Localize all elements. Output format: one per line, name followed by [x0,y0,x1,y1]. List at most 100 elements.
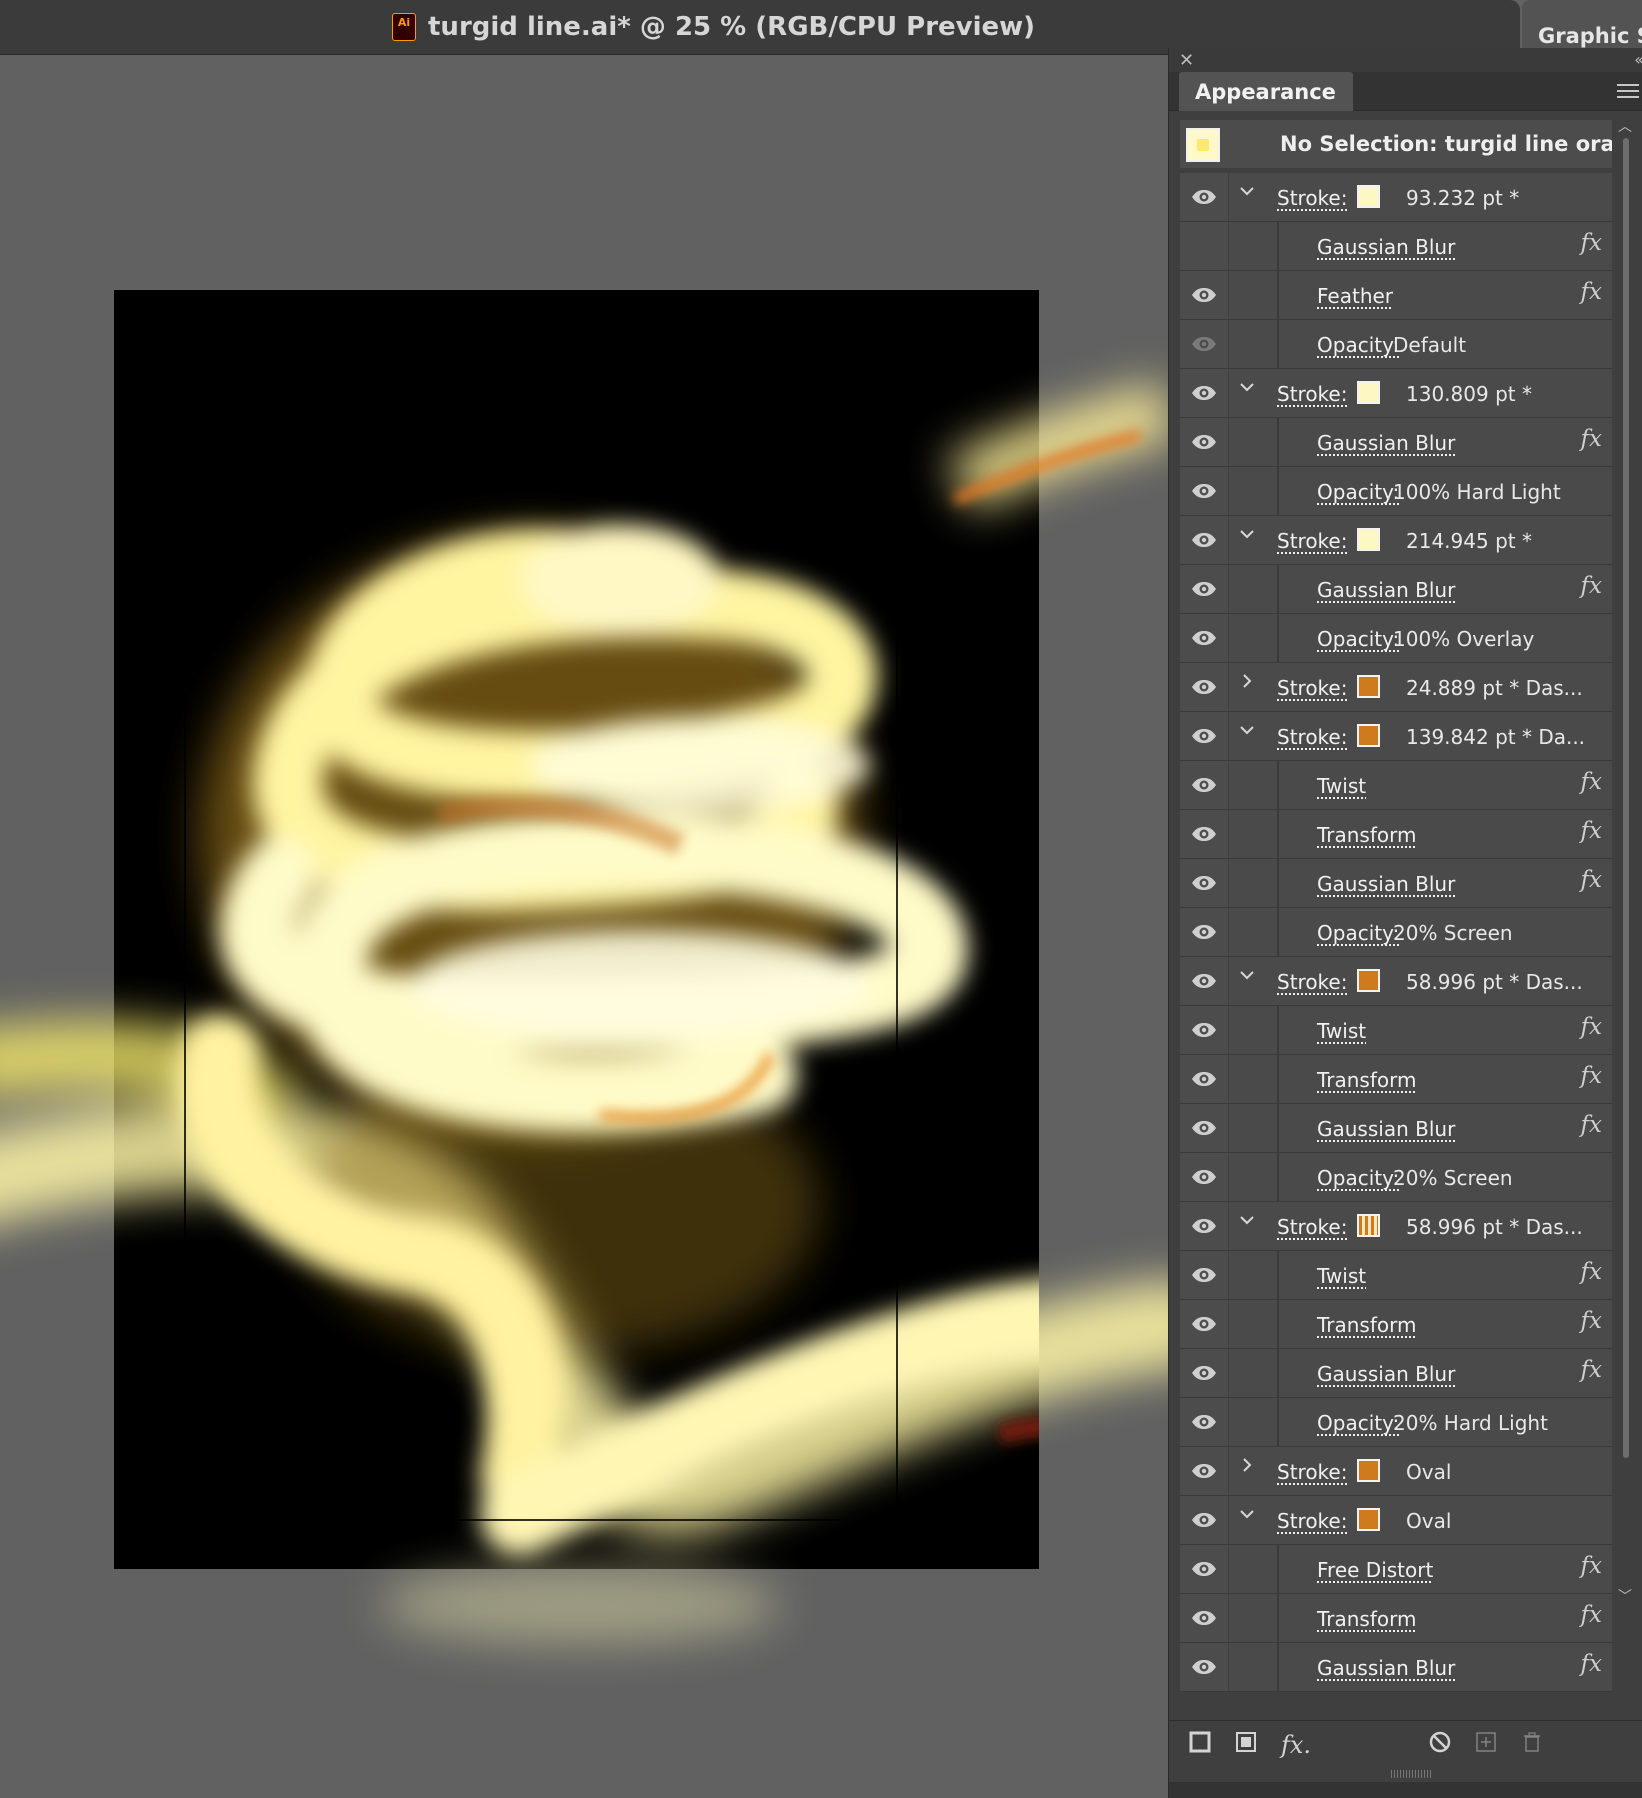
effect-row[interactable]: Gaussian Blur fx [1180,1349,1612,1398]
row-content[interactable]: Stroke: 214.945 pt * [1229,516,1612,564]
fx-icon[interactable]: fx [1581,1308,1602,1334]
row-content[interactable]: Opacity: 100% Hard Light [1229,467,1612,515]
chevron-down-icon[interactable] [1239,722,1255,743]
visibility-toggle[interactable] [1180,663,1228,711]
opacity-label[interactable]: Opacity: [1317,480,1399,504]
row-content[interactable]: Stroke: 58.996 pt * Das... [1229,957,1612,1005]
effect-name[interactable]: Free Distort [1317,1558,1433,1582]
effect-row[interactable]: Gaussian Blur fx [1180,222,1612,271]
stroke-label[interactable]: Stroke: [1277,676,1347,700]
row-content[interactable]: Feather fx [1229,271,1612,319]
row-content[interactable]: Stroke: 24.889 pt * Das... [1229,663,1612,711]
effect-row[interactable]: Gaussian Blur fx [1180,565,1612,614]
visibility-toggle[interactable] [1180,565,1228,613]
stroke-row[interactable]: Stroke: 93.232 pt * [1180,173,1612,222]
fx-icon[interactable]: fx [1581,818,1602,844]
stroke-label[interactable]: Stroke: [1277,1460,1347,1484]
visibility-toggle[interactable] [1180,1447,1228,1495]
effect-row[interactable]: Transform fx [1180,1594,1612,1643]
opacity-label[interactable]: Opacity: [1317,627,1399,651]
effect-row[interactable]: Twist fx [1180,1251,1612,1300]
add-new-stroke-icon[interactable] [1189,1731,1211,1759]
row-content[interactable]: Stroke: 93.232 pt * [1229,173,1612,221]
stroke-row[interactable]: Stroke: Oval [1180,1496,1612,1545]
delete-item-icon[interactable] [1521,1731,1543,1759]
fx-icon[interactable]: fx [1581,279,1602,305]
fx-icon[interactable]: fx [1581,1553,1602,1579]
row-content[interactable]: Transform fx [1229,1055,1612,1103]
effect-name[interactable]: Transform [1317,1068,1416,1092]
opacity-row[interactable]: Opacity: 20% Hard Light [1180,1398,1612,1447]
row-content[interactable]: Twist fx [1229,1006,1612,1054]
stroke-row[interactable]: Stroke: 130.809 pt * [1180,369,1612,418]
effect-row[interactable]: Gaussian Blur fx [1180,1104,1612,1153]
visibility-toggle[interactable] [1180,1545,1228,1593]
effect-name[interactable]: Twist [1317,774,1366,798]
visibility-toggle[interactable] [1180,1643,1228,1691]
row-content[interactable]: Stroke: Oval [1229,1496,1612,1544]
duplicate-item-icon[interactable] [1475,1731,1497,1759]
row-content[interactable]: Stroke: 139.842 pt * Da... [1229,712,1612,760]
document-tab[interactable]: Ai turgid line.ai* @ 25 % (RGB/CPU Previ… [392,8,1035,46]
effect-name[interactable]: Transform [1317,823,1416,847]
visibility-toggle[interactable] [1180,1202,1228,1250]
canvas[interactable] [0,55,1168,1798]
row-content[interactable]: Opacity: 20% Screen [1229,1153,1612,1201]
stroke-color-swatch[interactable] [1357,381,1380,404]
fx-icon[interactable]: fx [1581,1602,1602,1628]
scrollbar[interactable]: ︿ ﹀ [1615,116,1635,1605]
visibility-toggle[interactable] [1180,1251,1228,1299]
row-content[interactable]: Transform fx [1229,1300,1612,1348]
tab-appearance[interactable]: Appearance [1179,72,1353,111]
visibility-toggle[interactable] [1180,859,1228,907]
row-content[interactable]: Opacity: Default [1229,320,1612,368]
row-content[interactable]: Stroke: Oval [1229,1447,1612,1495]
row-content[interactable]: Gaussian Blur fx [1229,565,1612,613]
visibility-toggle[interactable] [1180,908,1228,956]
add-effect-icon[interactable]: fx. [1281,1731,1311,1759]
fx-icon[interactable]: fx [1581,867,1602,893]
effect-row[interactable]: Transform fx [1180,810,1612,859]
fx-icon[interactable]: fx [1581,1259,1602,1285]
visibility-toggle[interactable] [1180,222,1228,270]
stroke-row[interactable]: Stroke: 24.889 pt * Das... [1180,663,1612,712]
stroke-label[interactable]: Stroke: [1277,186,1347,210]
effect-name[interactable]: Gaussian Blur [1317,1362,1455,1386]
effect-row[interactable]: Gaussian Blur fx [1180,418,1612,467]
visibility-toggle[interactable] [1180,1398,1228,1446]
chevron-right-icon[interactable] [1239,1457,1255,1478]
chevron-down-icon[interactable] [1239,1212,1255,1233]
row-content[interactable]: Free Distort fx [1229,1545,1612,1593]
visibility-toggle[interactable] [1180,418,1228,466]
row-content[interactable]: Twist fx [1229,761,1612,809]
stroke-label[interactable]: Stroke: [1277,1215,1347,1239]
effect-row[interactable]: Feather fx [1180,271,1612,320]
visibility-toggle[interactable] [1180,369,1228,417]
fx-icon[interactable]: fx [1581,1014,1602,1040]
row-content[interactable]: Stroke: 58.996 pt * Das... [1229,1202,1612,1250]
graphic-styles-tab[interactable]: Graphic St [1522,0,1642,52]
visibility-toggle[interactable] [1180,1496,1228,1544]
visibility-toggle[interactable] [1180,1055,1228,1103]
clear-appearance-icon[interactable] [1429,1731,1451,1759]
add-new-fill-icon[interactable] [1235,1731,1257,1759]
chevron-down-icon[interactable] [1239,526,1255,547]
stroke-row[interactable]: Stroke: 58.996 pt * Das... [1180,1202,1612,1251]
resize-grip[interactable] [1391,1770,1431,1778]
fx-icon[interactable]: fx [1581,230,1602,256]
stroke-row[interactable]: Stroke: 214.945 pt * [1180,516,1612,565]
stroke-label[interactable]: Stroke: [1277,529,1347,553]
effect-row[interactable]: Transform fx [1180,1300,1612,1349]
stroke-label[interactable]: Stroke: [1277,725,1347,749]
visibility-toggle[interactable] [1180,1349,1228,1397]
visibility-toggle[interactable] [1180,1594,1228,1642]
stroke-color-swatch[interactable] [1357,969,1380,992]
row-content[interactable]: Gaussian Blur fx [1229,1643,1612,1691]
effect-row[interactable]: Gaussian Blur fx [1180,859,1612,908]
visibility-toggle[interactable] [1180,712,1228,760]
visibility-toggle[interactable] [1180,1006,1228,1054]
row-content[interactable]: Gaussian Blur fx [1229,418,1612,466]
row-content[interactable]: Opacity: 20% Screen [1229,908,1612,956]
effect-name[interactable]: Gaussian Blur [1317,431,1455,455]
fx-icon[interactable]: fx [1581,1063,1602,1089]
